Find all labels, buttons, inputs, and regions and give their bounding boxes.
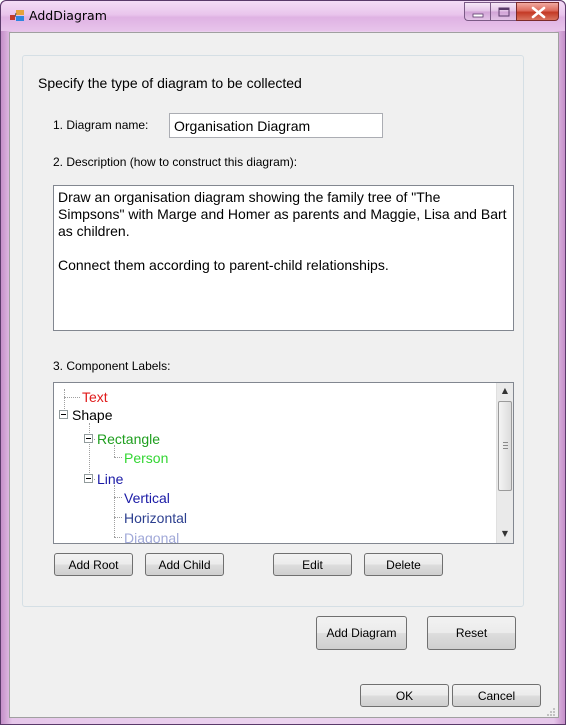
maximize-button[interactable] [490, 2, 516, 21]
cancel-button[interactable]: Cancel [452, 684, 541, 707]
add-child-button[interactable]: Add Child [145, 553, 224, 576]
tree-node-text[interactable]: Text [82, 389, 108, 405]
scroll-up-icon[interactable]: ▲ [500, 386, 510, 396]
scroll-grip-icon [503, 442, 508, 443]
groupbox-title: Specify the type of diagram to be collec… [36, 75, 304, 91]
diagram-name-input[interactable] [169, 113, 383, 138]
scroll-down-icon[interactable]: ▼ [500, 529, 510, 539]
tree-connector [114, 537, 122, 538]
tree-node-person[interactable]: Person [124, 450, 168, 466]
scroll-grip-icon [503, 445, 508, 446]
maximize-icon [498, 7, 510, 17]
close-icon [531, 6, 546, 19]
window-title: AddDiagram [29, 8, 107, 23]
tree-connector [114, 485, 115, 537]
tree-connector [114, 517, 122, 518]
tree-node-diagonal[interactable]: Diagonal [124, 530, 179, 543]
close-button[interactable] [516, 2, 559, 21]
tree-connector [114, 457, 122, 458]
reset-button[interactable]: Reset [427, 616, 516, 650]
resize-grip-icon[interactable] [546, 707, 556, 717]
ok-button[interactable]: OK [360, 684, 449, 707]
collapse-shape-icon[interactable] [59, 410, 68, 419]
description-textarea[interactable]: Draw an organisation diagram showing the… [53, 185, 514, 331]
tree-connector [64, 397, 80, 398]
minimize-button[interactable] [464, 2, 490, 21]
tree-node-vertical[interactable]: Vertical [124, 490, 170, 506]
title-bar[interactable]: AddDiagram [1, 1, 565, 31]
description-label: 2. Description (how to construct this di… [53, 155, 298, 169]
delete-button[interactable]: Delete [364, 553, 443, 576]
tree-node-shape[interactable]: Shape [72, 407, 112, 423]
collapse-line-icon[interactable] [84, 474, 93, 483]
diagram-name-label: 1. Diagram name: [53, 118, 149, 132]
tree-node-line[interactable]: Line [97, 471, 123, 487]
minimize-icon [472, 13, 484, 18]
edit-button[interactable]: Edit [273, 553, 352, 576]
collapse-rectangle-icon[interactable] [84, 434, 93, 443]
add-root-button[interactable]: Add Root [54, 553, 133, 576]
component-labels-label: 3. Component Labels: [53, 359, 171, 373]
scroll-grip-icon [503, 448, 508, 449]
component-labels-tree[interactable]: Text Shape Rectangle Person Line Vertica… [53, 382, 514, 544]
tree-node-rectangle[interactable]: Rectangle [97, 431, 160, 447]
app-icon [10, 10, 24, 21]
tree-vertical-scrollbar[interactable]: ▲ ▼ [496, 383, 513, 543]
scroll-thumb[interactable] [498, 401, 512, 491]
window-controls [464, 2, 559, 22]
tree-node-horizontal[interactable]: Horizontal [124, 510, 187, 526]
add-diagram-button[interactable]: Add Diagram [316, 616, 407, 650]
tree-connector [114, 497, 122, 498]
